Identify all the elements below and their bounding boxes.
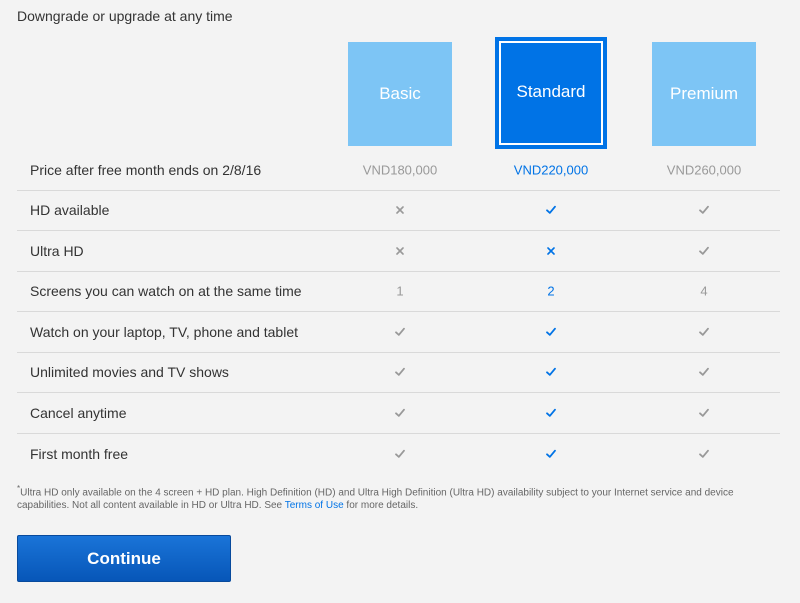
plan-comparison-table: Price after free month ends on 2/8/16 VN… (17, 150, 780, 474)
plan-basic-label: Basic (379, 84, 421, 103)
terms-of-use-link[interactable]: Terms of Use (285, 500, 344, 511)
feature-value-premium: 4 (700, 283, 708, 299)
check-icon (699, 449, 709, 458)
check-icon (699, 206, 709, 215)
feature-label: Screens you can watch on at the same tim… (30, 283, 302, 300)
footnote: *Ultra HD only available on the 4 screen… (17, 482, 777, 512)
check-icon (395, 449, 405, 458)
cross-icon (396, 206, 404, 215)
feature-label: Ultra HD (30, 242, 84, 259)
check-icon (699, 368, 709, 377)
cross-icon (396, 246, 404, 255)
plan-premium[interactable]: Premium (652, 42, 756, 146)
feature-label: HD available (30, 202, 110, 219)
check-icon (546, 368, 556, 377)
price-standard: VND220,000 (513, 162, 589, 178)
check-icon (546, 449, 556, 458)
feature-row: Screens you can watch on at the same tim… (17, 272, 780, 312)
check-icon (699, 246, 709, 255)
price-row-label: Price after free month ends on 2/8/16 (30, 161, 262, 178)
feature-row: Cancel anytime (17, 393, 780, 434)
feature-row: Watch on your laptop, TV, phone and tabl… (17, 312, 780, 353)
check-icon (546, 327, 556, 336)
check-icon (395, 327, 405, 336)
feature-label: First month free (30, 445, 129, 462)
feature-label: Cancel anytime (30, 404, 127, 421)
continue-button[interactable]: Continue (17, 535, 231, 582)
check-icon (699, 408, 709, 417)
plan-standard-label: Standard (516, 82, 586, 101)
check-icon (546, 408, 556, 417)
subtitle: Downgrade or upgrade at any time (17, 8, 233, 24)
plan-standard[interactable]: Standard (495, 37, 607, 149)
plan-basic[interactable]: Basic (348, 42, 452, 146)
feature-label: Watch on your laptop, TV, phone and tabl… (30, 323, 299, 340)
price-row: Price after free month ends on 2/8/16 VN… (17, 150, 780, 191)
check-icon (395, 408, 405, 417)
feature-value-standard: 2 (547, 283, 555, 299)
feature-row: First month free (17, 434, 780, 475)
check-icon (699, 327, 709, 336)
price-basic: VND180,000 (362, 162, 438, 178)
feature-label: Unlimited movies and TV shows (30, 364, 229, 381)
footnote-text-end: for more details. (343, 500, 419, 512)
plan-premium-label: Premium (669, 84, 738, 103)
feature-row: HD available (17, 191, 780, 231)
price-premium: VND260,000 (666, 162, 742, 178)
cross-icon (547, 246, 555, 255)
check-icon (395, 368, 405, 377)
check-icon (546, 206, 556, 215)
feature-value-basic: 1 (396, 283, 404, 299)
feature-row: Ultra HD (17, 231, 780, 272)
feature-row: Unlimited movies and TV shows (17, 353, 780, 393)
